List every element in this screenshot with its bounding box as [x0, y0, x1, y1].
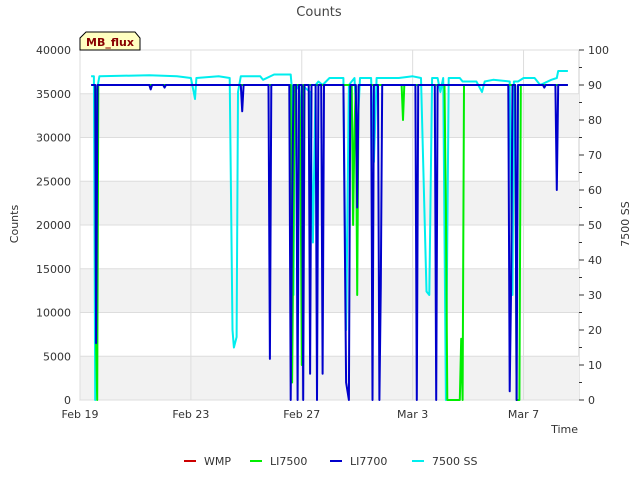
- x-tick-label: Feb 27: [283, 408, 320, 421]
- grid-band: [80, 181, 579, 225]
- y-axis-label: Counts: [8, 205, 21, 244]
- y-tick-label: 30000: [36, 132, 71, 145]
- badge-label: MB_flux: [86, 36, 134, 49]
- legend: WMP LI7500 LI7700 7500 SS: [184, 455, 477, 468]
- y2-tick-label: 20: [588, 324, 602, 337]
- y-tick-label: 10000: [36, 307, 71, 320]
- x-tick-label: Feb 23: [172, 408, 209, 421]
- y-tick-label: 15000: [36, 263, 71, 276]
- y-tick-label: 20000: [36, 219, 71, 232]
- y-axis: 0 5000 10000 15000 20000 25000 30000 35000 40000: [36, 44, 71, 407]
- y2-tick-label: 50: [588, 219, 602, 232]
- y-tick-label: 40000: [36, 44, 71, 57]
- legend-label: LI7700: [350, 455, 387, 468]
- y2-tick-label: 80: [588, 114, 602, 127]
- y2-tick-label: 40: [588, 254, 602, 267]
- legend-label: 7500 SS: [432, 455, 477, 468]
- x-axis: Feb 19 Feb 23 Feb 27 Mar 3 Mar 7: [62, 408, 540, 421]
- y2-tick-label: 100: [588, 44, 609, 57]
- y2-axis-label: 7500 SS: [619, 201, 632, 246]
- legend-label: WMP: [204, 455, 231, 468]
- y-tick-label: 35000: [36, 88, 71, 101]
- legend-label: LI7500: [270, 455, 307, 468]
- badge: MB_flux: [79, 31, 141, 51]
- y-tick-label: 0: [64, 394, 71, 407]
- chart-title: Counts: [296, 5, 342, 20]
- grid-band: [80, 356, 579, 400]
- x-axis-label: Time: [550, 423, 578, 436]
- chart: Counts 0 5000 10000 15000 20000 25000 30000 350…: [8, 5, 632, 468]
- y2-tick-label: 90: [588, 79, 602, 92]
- x-tick-label: Mar 7: [508, 408, 539, 421]
- grid-band: [80, 93, 579, 138]
- x-tick-label: Mar 3: [397, 408, 428, 421]
- y2-tick-label: 10: [588, 359, 602, 372]
- y2-axis: 0 10 20 30 40 50 60 70 80 90 100: [579, 44, 609, 407]
- y-tick-label: 25000: [36, 175, 71, 188]
- y-tick-label: 5000: [43, 350, 71, 363]
- grid-band: [80, 268, 579, 313]
- y2-tick-label: 60: [588, 184, 602, 197]
- y2-tick-label: 30: [588, 289, 602, 302]
- y2-tick-label: 0: [588, 394, 595, 407]
- y2-tick-label: 70: [588, 149, 602, 162]
- x-tick-label: Feb 19: [62, 408, 99, 421]
